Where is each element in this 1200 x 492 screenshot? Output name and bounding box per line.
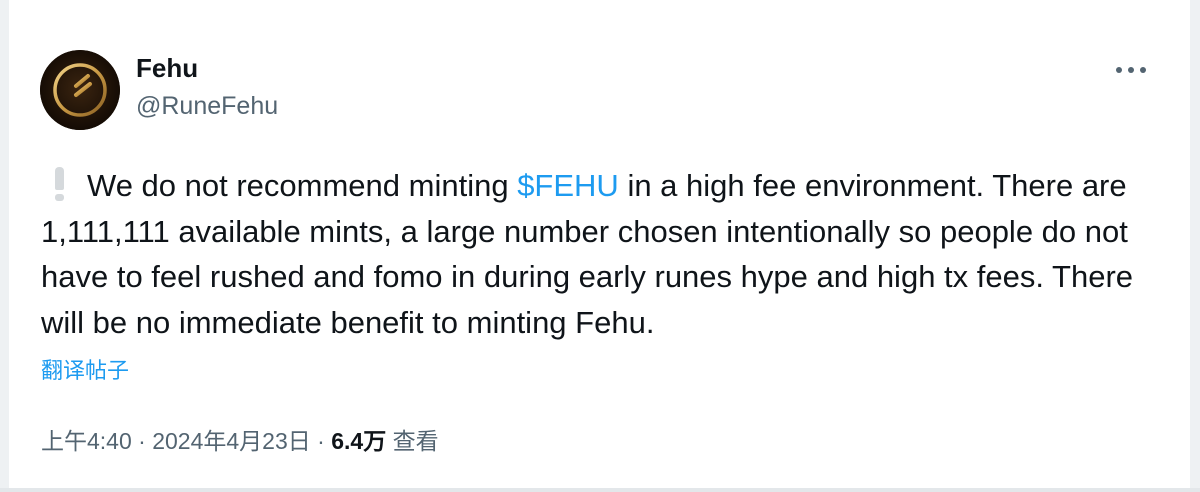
translate-post-link[interactable]: 翻译帖子	[41, 353, 129, 385]
meta-separator: ·	[317, 428, 325, 454]
tweet-text: We do not recommend minting $FEHU in a h…	[41, 163, 1171, 345]
more-icon-dot	[1128, 67, 1134, 73]
meta-separator: ·	[138, 428, 146, 454]
user-handle[interactable]: @RuneFehu	[136, 92, 278, 121]
cashtag-link[interactable]: $FEHU	[517, 168, 619, 203]
avatar[interactable]	[40, 50, 120, 130]
exclamation-dot	[55, 194, 64, 201]
tweet-meta: 上午4:40 · 2024年4月23日 · 6.4万 查看	[41, 422, 439, 456]
views-count[interactable]: 6.4万	[331, 428, 386, 454]
exclamation-bar	[55, 167, 64, 190]
display-name[interactable]: Fehu	[136, 53, 198, 84]
tweet-date[interactable]: 2024年4月23日	[152, 428, 311, 454]
views-label: 查看	[392, 428, 439, 454]
left-border	[0, 0, 9, 492]
white-exclamation-icon	[51, 167, 67, 201]
right-border	[1190, 0, 1200, 492]
fehu-rune-logo-icon	[40, 50, 120, 130]
more-icon-dot	[1140, 67, 1146, 73]
more-options-button[interactable]	[1110, 56, 1152, 84]
tweet-text-before: We do not recommend minting	[87, 168, 518, 203]
tweet-time[interactable]: 上午4:40	[41, 428, 132, 454]
more-horizontal-icon	[1116, 67, 1122, 73]
bottom-divider	[0, 488, 1200, 492]
